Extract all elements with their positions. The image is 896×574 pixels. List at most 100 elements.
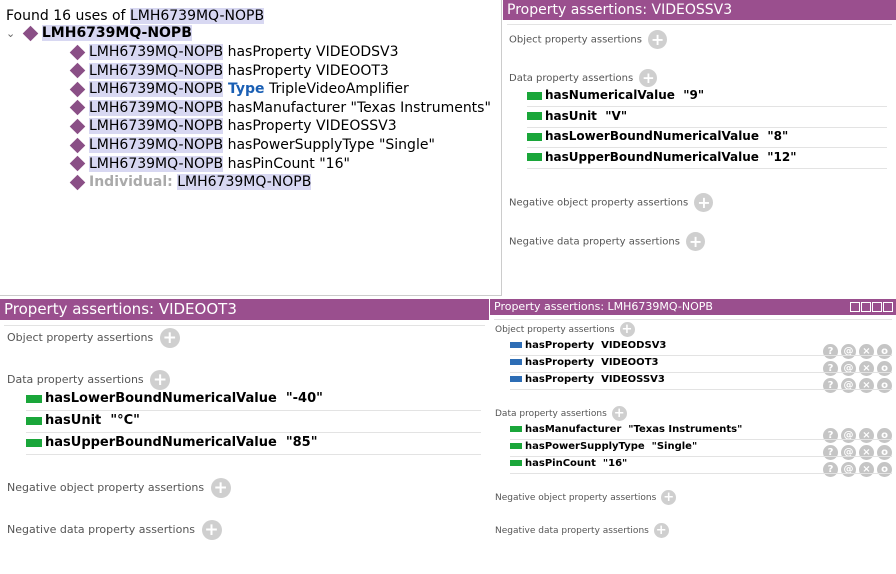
maximize-icon[interactable] [872, 302, 882, 312]
ot3-object-assertions: Object property assertions + [7, 328, 180, 348]
usage-panel: Found 16 uses of LMH6739MQ-NOPB ⌄ LMH673… [0, 0, 502, 296]
usage-item-text: hasManufacturer "Texas Instruments" [223, 99, 491, 116]
add-data-assertion-button[interactable]: + [639, 69, 658, 87]
annotate-icon[interactable]: @ [841, 378, 856, 393]
help-icon[interactable]: ? [823, 462, 838, 477]
property-name: hasPinCount [525, 458, 596, 469]
property-value: "°C" [110, 413, 140, 428]
data-property-icon [510, 443, 522, 449]
usage-item-subject: LMH6739MQ-NOPB [89, 44, 224, 60]
data-property-icon [527, 112, 542, 120]
add-object-assertion-button[interactable]: + [648, 30, 668, 49]
data-assertion-row[interactable]: hasPowerSupplyType "Single" [510, 441, 697, 452]
main-panel-title: Property assertions: LMH6739MQ-NOPB [490, 299, 896, 315]
found-entity[interactable]: LMH6739MQ-NOPB [129, 8, 265, 24]
individual-diamond-icon [22, 25, 39, 41]
data-assertion-row[interactable]: hasUnit "V" [527, 109, 627, 123]
data-property-icon [26, 416, 42, 425]
ot3-neg-object-assertions: Negative object property assertions + [7, 478, 231, 498]
property-value: "85" [285, 435, 318, 450]
usage-item-keyword: Type [223, 81, 265, 98]
collapse-chevron-icon[interactable]: ⌄ [6, 27, 20, 40]
property-value: VIDEOSSV3 [601, 374, 665, 385]
add-object-assertion-button[interactable]: + [619, 322, 635, 337]
main-neg-data-assertions: Negative data property assertions + [495, 523, 669, 538]
found-text: Found 16 uses of [6, 8, 130, 24]
edit-icon[interactable]: o [877, 462, 892, 477]
add-negative-object-assertion-button[interactable]: + [661, 490, 677, 505]
ot3-panel: Property assertions: VIDEOOT3 Object pro… [0, 299, 489, 574]
usage-item[interactable]: LMH6739MQ-NOPB hasProperty VIDEOOT3 [69, 62, 389, 79]
ot3-data-assertions: Data property assertions + [7, 370, 171, 390]
usage-root[interactable]: ⌄ LMH6739MQ-NOPB [6, 25, 192, 41]
data-assertion-row[interactable]: hasUpperBoundNumericalValue "12" [527, 150, 797, 164]
main-neg-object-label: Negative object property assertions [495, 493, 657, 503]
object-property-icon [510, 359, 522, 365]
usage-item-text: TripleVideoAmplifier [264, 81, 409, 98]
data-property-icon [26, 394, 42, 403]
data-assertion-row[interactable]: hasPinCount "16" [510, 458, 627, 469]
object-assertion-row[interactable]: hasProperty VIDEOOT3 [510, 357, 658, 368]
object-property-icon [510, 342, 522, 348]
individual-diamond-icon [69, 137, 86, 153]
individual-diamond-icon [69, 44, 86, 60]
data-property-icon [527, 132, 542, 141]
property-name: hasProperty [525, 340, 595, 351]
usage-individual[interactable]: Individual: LMH6739MQ-NOPB [69, 174, 312, 190]
usage-item[interactable]: LMH6739MQ-NOPB Type TripleVideoAmplifier [69, 81, 409, 98]
annotate-icon[interactable]: @ [841, 462, 856, 477]
row-controls: ? @ × o [820, 457, 892, 477]
ssv3-neg-object-label: Negative object property assertions [509, 197, 689, 209]
delete-icon[interactable]: × [859, 378, 874, 393]
close-icon[interactable] [883, 302, 893, 312]
data-assertion-row[interactable]: hasUpperBoundNumericalValue "85" [26, 435, 317, 450]
add-object-assertion-button[interactable]: + [159, 328, 180, 348]
data-assertion-row[interactable]: hasLowerBoundNumericalValue "8" [527, 129, 788, 143]
usage-item-subject: LMH6739MQ-NOPB [89, 99, 224, 116]
main-panel: Property assertions: LMH6739MQ-NOPB Obje… [490, 299, 896, 574]
delete-icon[interactable]: × [859, 462, 874, 477]
add-data-assertion-button[interactable]: + [150, 370, 171, 390]
data-assertion-row[interactable]: hasNumericalValue "9" [527, 88, 704, 102]
object-assertion-row[interactable]: hasProperty VIDEOSSV3 [510, 374, 665, 385]
usage-item[interactable]: LMH6739MQ-NOPB hasPinCount "16" [69, 155, 350, 172]
edit-icon[interactable]: o [877, 378, 892, 393]
add-negative-object-assertion-button[interactable]: + [694, 193, 714, 212]
ssv3-neg-data-label: Negative data property assertions [509, 236, 680, 248]
add-negative-data-assertion-button[interactable]: + [686, 232, 706, 251]
property-name: hasUpperBoundNumericalValue [545, 149, 759, 164]
ot3-neg-data-label: Negative data property assertions [7, 523, 196, 536]
usage-item[interactable]: LMH6739MQ-NOPB hasProperty VIDEOSSV3 [69, 118, 397, 135]
data-property-icon [510, 426, 522, 432]
usage-item-subject: LMH6739MQ-NOPB [89, 118, 224, 135]
property-name: hasProperty [525, 374, 595, 385]
ot3-data-label: Data property assertions [7, 373, 144, 386]
ssv3-object-label: Object property assertions [509, 34, 642, 46]
usage-item-text: hasPinCount "16" [223, 155, 350, 172]
usage-item[interactable]: LMH6739MQ-NOPB hasManufacturer "Texas In… [69, 99, 491, 116]
data-assertion-row[interactable]: hasUnit "°C" [26, 413, 140, 428]
usage-item[interactable]: LMH6739MQ-NOPB hasProperty VIDEODSV3 [69, 44, 399, 60]
add-data-assertion-button[interactable]: + [611, 406, 627, 421]
property-value: "V" [605, 108, 628, 123]
add-negative-data-assertion-button[interactable]: + [653, 523, 669, 538]
ssv3-data-assertions: Data property assertions + [509, 69, 658, 87]
main-object-assertions: Object property assertions + [495, 322, 635, 337]
individual-diamond-icon [69, 62, 86, 79]
object-assertion-row[interactable]: hasProperty VIDEODSV3 [510, 340, 666, 351]
usage-item-subject: LMH6739MQ-NOPB [89, 137, 224, 153]
help-icon[interactable]: ? [823, 378, 838, 393]
add-negative-object-assertion-button[interactable]: + [210, 478, 231, 498]
ssv3-panel-title: Property assertions: VIDEOSSV3 [503, 0, 896, 20]
minimize-icon[interactable] [861, 302, 871, 312]
data-assertion-row[interactable]: hasManufacturer "Texas Instruments" [510, 424, 742, 435]
usage-item[interactable]: LMH6739MQ-NOPB hasPowerSupplyType "Singl… [69, 137, 435, 153]
restore-icon[interactable] [850, 302, 860, 312]
usage-item-text: hasProperty VIDEOOT3 [223, 62, 389, 79]
property-name: hasUpperBoundNumericalValue [45, 435, 277, 450]
usage-item-text: hasProperty VIDEOSSV3 [223, 118, 397, 135]
add-negative-data-assertion-button[interactable]: + [201, 520, 222, 540]
data-assertion-row[interactable]: hasLowerBoundNumericalValue "-40" [26, 391, 323, 406]
